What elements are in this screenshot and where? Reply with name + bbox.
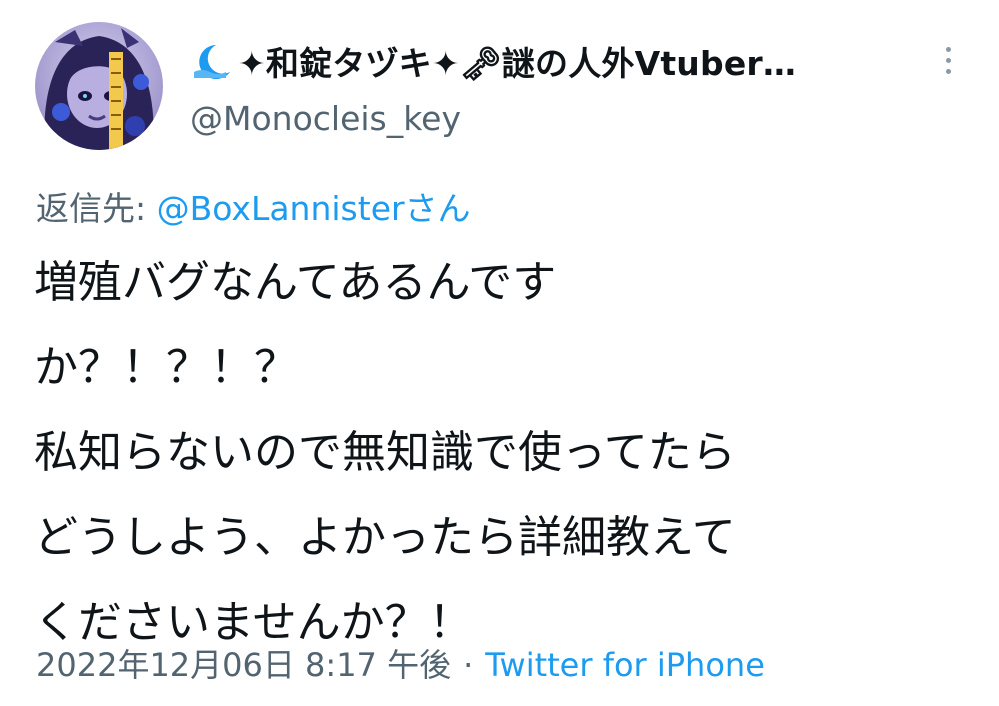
- tweet-text-line: 私知らないので無知識で使ってたら: [34, 427, 736, 478]
- crescent-moon-icon: [190, 42, 232, 80]
- tweet-text-line: どうしよう、よかったら詳細教えて: [34, 512, 736, 563]
- tweet: ✦和錠タヅキ✦🗝謎の人外Vtuber… @Monocleis_key 返信先: …: [0, 0, 999, 706]
- tweet-text-line: 増殖バグなんてあるんです: [34, 257, 557, 308]
- tweet-text-line: か？！？！？: [34, 342, 298, 393]
- tweet-timestamp[interactable]: 2022年12月06日 8:17 午後: [36, 646, 451, 684]
- reply-prefix: 返信先:: [36, 189, 157, 228]
- avatar-illustration-icon: [35, 22, 163, 150]
- reply-target-link[interactable]: @BoxLannisterさん: [157, 189, 471, 228]
- avatar[interactable]: [35, 22, 163, 150]
- tweet-text: 増殖バグなんてあるんです か？！？！？ 私知らないので無知識で使ってたら どうし…: [34, 240, 974, 665]
- reply-context: 返信先: @BoxLannisterさん: [36, 182, 471, 230]
- tweet-source-link[interactable]: Twitter for iPhone: [485, 646, 765, 684]
- author-handle[interactable]: @Monocleis_key: [190, 99, 920, 138]
- more-options-icon[interactable]: [928, 40, 968, 80]
- meta-separator: ·: [463, 646, 474, 684]
- tweet-header: ✦和錠タヅキ✦🗝謎の人外Vtuber… @Monocleis_key: [190, 37, 920, 138]
- tweet-meta: 2022年12月06日 8:17 午後 · Twitter for iPhone: [36, 640, 765, 686]
- author-display-name: ✦和錠タヅキ✦🗝謎の人外Vtuber…: [238, 44, 797, 83]
- author-name-row[interactable]: ✦和錠タヅキ✦🗝謎の人外Vtuber…: [190, 37, 920, 85]
